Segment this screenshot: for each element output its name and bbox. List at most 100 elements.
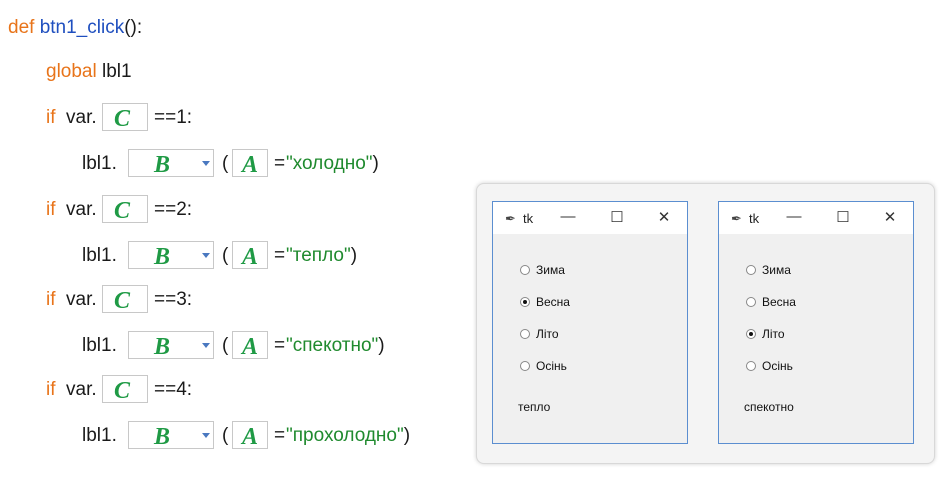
if-keyword: if	[46, 289, 56, 310]
radio-option[interactable]: Осінь	[520, 358, 567, 374]
minimize-button[interactable]: —	[783, 208, 805, 225]
assignment-line: lbl1. B (A = "холодно")	[82, 149, 442, 178]
radio-label: Весна	[536, 295, 570, 309]
equals-sign: =	[274, 245, 286, 266]
condition: ==3:	[154, 289, 193, 310]
var-prefix: var.	[66, 379, 97, 400]
minimize-button[interactable]: —	[557, 208, 579, 225]
global-line: global lbl1	[46, 58, 132, 86]
radio-label: Літо	[536, 327, 559, 341]
if-keyword: if	[46, 379, 56, 400]
blank-a-letter: A	[242, 244, 259, 270]
close-button[interactable]: ✕	[653, 208, 675, 226]
title-bar[interactable]: ✒ tk — ☐ ✕	[719, 202, 913, 234]
equals-sign: =	[274, 335, 286, 356]
radio-label: Осінь	[762, 359, 793, 373]
paren-close: )	[372, 153, 379, 174]
radio-button-icon[interactable]	[520, 329, 530, 339]
radio-option[interactable]: Літо	[746, 326, 785, 342]
radio-button-icon[interactable]	[746, 265, 756, 275]
radio-label: Літо	[762, 327, 785, 341]
paren-close: )	[403, 425, 411, 446]
radio-label: Зима	[536, 263, 565, 277]
global-variable: lbl1	[102, 61, 132, 82]
blank-a-letter: A	[242, 424, 259, 450]
equals-sign: =	[274, 425, 286, 446]
chevron-down-icon[interactable]	[202, 433, 210, 438]
condition: ==1:	[154, 107, 193, 128]
assignment-line: lbl1. B ( A = "тепло")	[82, 241, 442, 270]
string-value: "холодно")	[286, 153, 379, 174]
function-name: btn1_click	[39, 17, 125, 38]
if-keyword: if	[46, 107, 56, 128]
radio-button-icon[interactable]	[520, 265, 530, 275]
radio-option[interactable]: Літо	[520, 326, 559, 342]
blank-c-letter: C	[114, 198, 131, 224]
blank-b-letter: B	[154, 152, 171, 178]
blank-b-letter: B	[154, 244, 171, 270]
radio-button-icon[interactable]	[746, 361, 756, 371]
lbl-prefix: lbl1.	[82, 335, 117, 356]
lbl-prefix: lbl1.	[82, 245, 117, 266]
blank-a-letter: A	[242, 334, 259, 360]
paren-close: )	[378, 335, 385, 356]
blank-c-letter: C	[114, 106, 131, 132]
string-value: "спекотно")	[286, 335, 385, 356]
if-line: if var. C ==1:	[46, 103, 246, 132]
string-value: "тепло")	[286, 245, 358, 266]
title-bar[interactable]: ✒ tk — ☐ ✕	[493, 202, 687, 234]
function-signature-tail: ():	[124, 17, 143, 38]
paren-open: (	[222, 335, 229, 356]
if-line: if var. C ==4:	[46, 375, 246, 404]
def-keyword: def	[8, 17, 35, 38]
if-line: if var. C ==2:	[46, 195, 246, 224]
window-title: tk	[523, 211, 534, 226]
paren-open: (	[222, 153, 229, 174]
string-value: "прохолодно")	[286, 425, 411, 446]
radio-label: Осінь	[536, 359, 567, 373]
radio-button-icon[interactable]	[746, 297, 756, 307]
blank-c-letter: C	[114, 288, 131, 314]
var-prefix: var.	[66, 289, 97, 310]
radio-option[interactable]: Зима	[520, 262, 565, 278]
radio-label: Зима	[762, 263, 791, 277]
blank-c-letter: C	[114, 378, 131, 404]
chevron-down-icon[interactable]	[202, 161, 210, 166]
radio-button-icon[interactable]	[520, 297, 530, 307]
radio-label: Весна	[762, 295, 796, 309]
def-line: def btn1_click():	[8, 14, 142, 42]
assignment-line: lbl1. B (A = "прохолодно")	[82, 421, 442, 450]
radio-option[interactable]: Весна	[520, 294, 570, 310]
radio-button-icon[interactable]	[746, 329, 756, 339]
paren-open: (	[222, 245, 229, 266]
condition: ==2:	[154, 199, 193, 220]
equals-sign: =	[274, 153, 286, 174]
chevron-down-icon[interactable]	[202, 253, 210, 258]
close-button[interactable]: ✕	[879, 208, 901, 226]
lbl-prefix: lbl1.	[82, 425, 117, 446]
paren-open: (	[222, 425, 229, 446]
paren-close: )	[350, 245, 358, 266]
assignment-line: lbl1. B ( A = "спекотно")	[82, 331, 442, 360]
radio-button-icon[interactable]	[520, 361, 530, 371]
blank-b-letter: B	[154, 334, 171, 360]
condition: ==4:	[154, 379, 193, 400]
result-label: спекотно	[744, 400, 794, 414]
radio-option[interactable]: Зима	[746, 262, 791, 278]
if-line: if var. C ==3:	[46, 285, 246, 314]
maximize-button[interactable]: ☐	[832, 208, 854, 226]
global-keyword: global	[46, 61, 97, 82]
radio-option[interactable]: Весна	[746, 294, 796, 310]
if-keyword: if	[46, 199, 56, 220]
result-label: тепло	[518, 400, 551, 414]
chevron-down-icon[interactable]	[202, 343, 210, 348]
var-prefix: var.	[66, 199, 97, 220]
radio-option[interactable]: Осінь	[746, 358, 793, 374]
window-title: tk	[749, 211, 760, 226]
feather-icon: ✒	[731, 211, 742, 226]
maximize-button[interactable]: ☐	[606, 208, 628, 226]
var-prefix: var.	[66, 107, 97, 128]
tk-window: ✒ tk — ☐ ✕ Зима Весна Літо Осінь спекотно	[718, 201, 914, 444]
feather-icon: ✒	[505, 211, 516, 226]
blank-a-letter: A	[242, 152, 259, 178]
